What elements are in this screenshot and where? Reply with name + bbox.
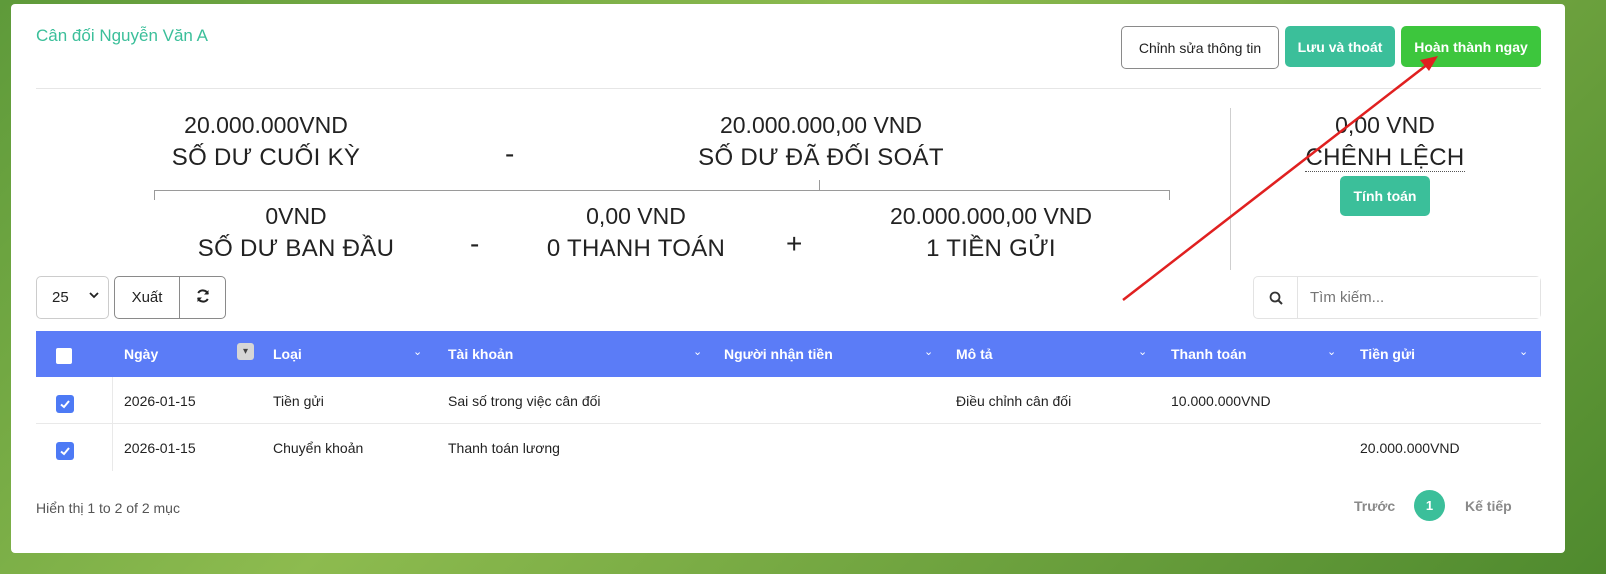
- page-number-button[interactable]: 1: [1414, 490, 1445, 521]
- page-size-select[interactable]: 25: [36, 276, 109, 319]
- deposits-total: 20.000.000,00 VND 1 TIỀN GỬI: [851, 200, 1131, 266]
- select-all-checkbox[interactable]: [56, 348, 72, 364]
- col-payee[interactable]: Người nhận tiền ⌄: [724, 331, 944, 377]
- export-button[interactable]: Xuất: [115, 277, 180, 318]
- payments-label: 0 THANH TOÁN: [546, 235, 726, 262]
- col-payee-label: Người nhận tiền: [724, 346, 833, 362]
- bracket-left: [154, 190, 155, 200]
- opening-balance-label: SỐ DƯ BAN ĐẦU: [197, 235, 395, 262]
- difference-amount: 0,00 VND: [1335, 112, 1435, 138]
- ending-balance-amount: 20.000.000VND: [184, 112, 348, 138]
- col-description-label: Mô tả: [956, 346, 993, 362]
- summary-divider: [1230, 108, 1231, 270]
- row-date: 2026-01-15: [124, 392, 196, 409]
- table-header: Ngày ▾ Loại ⌄ Tài khoản ⌄ Người nhận tiền ⌄…: [36, 331, 1541, 377]
- page-title: Cân đối Nguyễn Văn A: [36, 26, 209, 45]
- col-description[interactable]: Mô tả ⌄: [956, 331, 1156, 377]
- row-checkbox[interactable]: [56, 395, 74, 413]
- deposits-amount: 20.000.000,00 VND: [889, 203, 1093, 229]
- row-date: 2026-01-15: [124, 439, 196, 456]
- save-exit-button[interactable]: Lưu và thoát: [1285, 26, 1395, 67]
- check-icon: [60, 447, 70, 456]
- difference-label: CHÊNH LỆCH: [1305, 144, 1465, 172]
- row-account: Thanh toán lương: [448, 439, 560, 456]
- opening-balance: 0VND SỐ DƯ BAN ĐẦU: [161, 200, 431, 266]
- reconciled-balance-amount: 20.000.000,00 VND: [719, 112, 923, 138]
- bracket-line: [154, 190, 1170, 191]
- col-payment-label: Thanh toán: [1171, 346, 1247, 362]
- row-type: Chuyển khoản: [273, 439, 364, 456]
- plus-operator: +: [786, 228, 803, 259]
- chevron-down-icon: ⌄: [1138, 346, 1148, 358]
- prev-page-button[interactable]: Trước: [1354, 498, 1395, 514]
- ending-balance: 20.000.000VND SỐ DƯ CUỐI KỲ: [151, 109, 381, 175]
- header-divider: [36, 88, 1541, 89]
- reconciled-balance: 20.000.000,00 VND SỐ DƯ ĐÃ ĐỐI SOÁT: [661, 109, 981, 175]
- col-deposit[interactable]: Tiền gửi ⌄: [1360, 331, 1540, 377]
- col-account-label: Tài khoản: [448, 346, 514, 362]
- opening-balance-amount: 0VND: [265, 203, 327, 229]
- chevron-down-icon: ⌄: [413, 346, 423, 358]
- chevron-down-icon: [88, 289, 100, 304]
- export-button-group: Xuất: [114, 276, 226, 319]
- row-payment: 10.000.000VND: [1171, 392, 1271, 409]
- bracket-middle: [819, 180, 820, 190]
- col-date[interactable]: Ngày: [124, 331, 158, 377]
- check-icon: [60, 400, 70, 409]
- next-page-button[interactable]: Kế tiếp: [1465, 498, 1512, 514]
- chevron-down-icon: ⌄: [1327, 346, 1337, 358]
- row-description: Điều chỉnh cân đối: [956, 392, 1072, 409]
- deposits-label: 1 TIỀN GỬI: [926, 235, 1056, 262]
- chevron-down-icon: ⌄: [1519, 346, 1529, 358]
- page-size-value: 25: [52, 289, 69, 306]
- payments-amount: 0,00 VND: [586, 203, 686, 229]
- edit-info-button[interactable]: Chỉnh sửa thông tin: [1121, 26, 1279, 69]
- table-row[interactable]: 2026-01-15 Chuyển khoản Thanh toán lương…: [36, 424, 1541, 471]
- sort-toggle-icon[interactable]: ▾: [237, 343, 254, 360]
- difference: 0,00 VND CHÊNH LỆCH: [1295, 109, 1475, 175]
- bracket-right: [1169, 190, 1170, 200]
- col-date-label: Ngày: [124, 346, 159, 362]
- chevron-down-icon: ⌄: [924, 346, 934, 358]
- minus-operator: -: [505, 138, 515, 169]
- reconciled-balance-label: SỐ DƯ ĐÃ ĐỐI SOÁT: [698, 144, 944, 171]
- payments-total: 0,00 VND 0 THANH TOÁN: [521, 200, 751, 266]
- search-input[interactable]: [1298, 277, 1540, 318]
- row-account: Sai số trong việc cân đối: [448, 392, 601, 409]
- minus-operator-2: -: [470, 228, 480, 259]
- calculate-button[interactable]: Tính toán: [1340, 176, 1430, 216]
- row-deposit: 20.000.000VND: [1360, 439, 1460, 456]
- ending-balance-label: SỐ DƯ CUỐI KỲ: [171, 144, 361, 171]
- refresh-button[interactable]: [180, 277, 225, 318]
- col-payment[interactable]: Thanh toán ⌄: [1171, 331, 1351, 377]
- finish-now-button[interactable]: Hoàn thành ngay: [1401, 26, 1541, 67]
- row-checkbox[interactable]: [56, 442, 74, 460]
- reconcile-card: Cân đối Nguyễn Văn A Chỉnh sửa thông tin…: [11, 4, 1565, 553]
- column-divider: [112, 377, 113, 471]
- chevron-down-icon: ⌄: [693, 346, 703, 358]
- col-deposit-label: Tiền gửi: [1360, 346, 1415, 362]
- row-type: Tiền gửi: [273, 392, 324, 409]
- search-box: [1253, 276, 1541, 319]
- refresh-icon: [195, 288, 211, 308]
- col-type[interactable]: Loại ⌄: [273, 331, 423, 377]
- table-row[interactable]: 2026-01-15 Tiền gửi Sai số trong việc câ…: [36, 377, 1541, 424]
- col-type-label: Loại: [273, 346, 302, 362]
- col-account[interactable]: Tài khoản ⌄: [448, 331, 708, 377]
- pagination-info: Hiển thị 1 to 2 of 2 mục: [36, 500, 180, 516]
- search-icon: [1254, 277, 1298, 318]
